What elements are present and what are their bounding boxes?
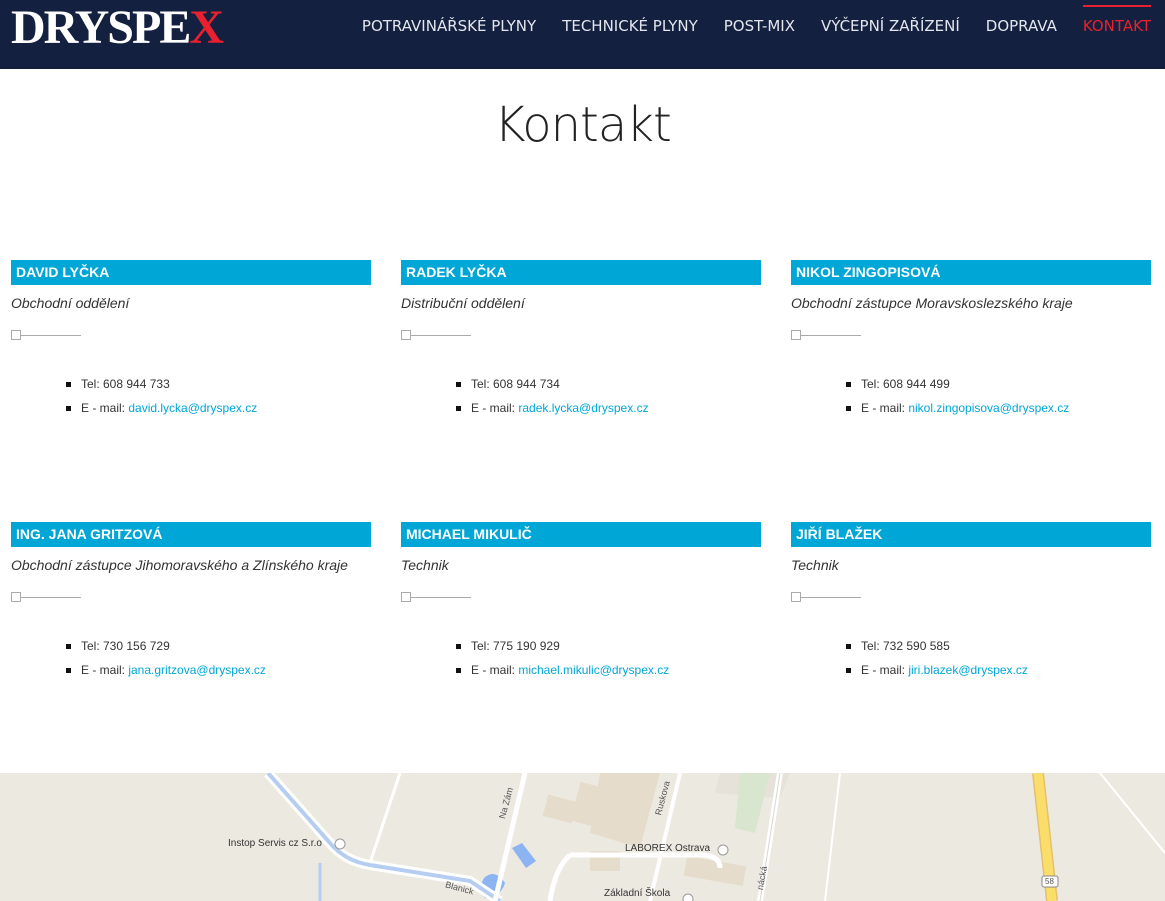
contact-email-item: E - mail: radek.lycka@dryspex.cz xyxy=(456,396,761,420)
location-map[interactable]: Instop Servis cz S.r.o LABOREX Ostrava Z… xyxy=(0,773,1165,901)
email-link[interactable]: david.lycka@dryspex.cz xyxy=(128,401,257,415)
email-label: E - mail: xyxy=(81,401,129,415)
map-label-instop: Instop Servis cz S.r.o xyxy=(228,838,322,849)
contact-card: MICHAEL MIKULIČ Technik Tel: 775 190 929… xyxy=(401,522,761,682)
nav-item-kontakt[interactable]: KONTAKT xyxy=(1082,0,1152,52)
contact-email-item: E - mail: nikol.zingopisova@dryspex.cz xyxy=(846,396,1151,420)
contact-list: Tel: 730 156 729 E - mail: jana.gritzova… xyxy=(11,634,371,682)
contact-tel: Tel: 608 944 734 xyxy=(456,372,761,396)
contact-email-item: E - mail: jiri.blazek@dryspex.cz xyxy=(846,658,1151,682)
contact-email-item: E - mail: david.lycka@dryspex.cz xyxy=(66,396,371,420)
contact-name: DAVID LYČKA xyxy=(11,260,371,285)
contact-tel: Tel: 608 944 733 xyxy=(66,372,371,396)
divider xyxy=(401,592,471,602)
main-nav: POTRAVINÁŘSKÉ PLYNY TECHNICKÉ PLYNY POST… xyxy=(336,0,1152,69)
contact-name: JIŘÍ BLAŽEK xyxy=(791,522,1151,547)
email-link[interactable]: radek.lycka@dryspex.cz xyxy=(518,401,648,415)
contact-name: RADEK LYČKA xyxy=(401,260,761,285)
logo-x: X xyxy=(189,1,224,54)
email-label: E - mail: xyxy=(471,401,519,415)
contact-role: Technik xyxy=(401,557,449,573)
nav-item-potravinarske-plyny[interactable]: POTRAVINÁŘSKÉ PLYNY xyxy=(362,0,536,52)
nav-item-vycepni-zarizeni[interactable]: VÝČEPNÍ ZAŘÍZENÍ xyxy=(821,0,960,52)
logo[interactable]: DRYSPEX xyxy=(11,1,224,54)
contact-tel: Tel: 775 190 929 xyxy=(456,634,761,658)
email-label: E - mail: xyxy=(861,401,909,415)
contact-card: NIKOL ZINGOPISOVÁ Obchodní zástupce Mora… xyxy=(791,260,1151,420)
contact-card: RADEK LYČKA Distribuční oddělení Tel: 60… xyxy=(401,260,761,420)
contact-tel: Tel: 608 944 499 xyxy=(846,372,1151,396)
contact-card: DAVID LYČKA Obchodní oddělení Tel: 608 9… xyxy=(11,260,371,420)
contact-name: MICHAEL MIKULIČ xyxy=(401,522,761,547)
email-link[interactable]: jiri.blazek@dryspex.cz xyxy=(908,663,1028,677)
divider xyxy=(401,330,471,340)
contact-list: Tel: 608 944 734 E - mail: radek.lycka@d… xyxy=(401,372,761,420)
divider xyxy=(791,592,861,602)
nav-item-technicke-plyny[interactable]: TECHNICKÉ PLYNY xyxy=(562,0,698,52)
contact-name: NIKOL ZINGOPISOVÁ xyxy=(791,260,1151,285)
contact-tel: Tel: 732 590 585 xyxy=(846,634,1151,658)
nav-item-post-mix[interactable]: POST-MIX xyxy=(724,0,795,52)
nav-item-doprava[interactable]: DOPRAVA xyxy=(986,0,1057,52)
map-road-58: 58 xyxy=(1045,877,1054,886)
contact-name: ING. JANA GRITZOVÁ xyxy=(11,522,371,547)
email-label: E - mail: xyxy=(81,663,129,677)
contact-list: Tel: 608 944 499 E - mail: nikol.zingopi… xyxy=(791,372,1151,420)
logo-text: DRYSPE xyxy=(11,1,191,54)
map-label-skola: Základní Škola xyxy=(604,888,671,899)
contact-role: Technik xyxy=(791,557,839,573)
email-label: E - mail: xyxy=(471,663,519,677)
contact-card: JIŘÍ BLAŽEK Technik Tel: 732 590 585 E -… xyxy=(791,522,1151,682)
divider xyxy=(11,330,81,340)
email-link[interactable]: nikol.zingopisova@dryspex.cz xyxy=(908,401,1069,415)
contact-role: Obchodní zástupce Moravskoslezského kraj… xyxy=(791,295,1073,311)
site-header: DRYSPEX POTRAVINÁŘSKÉ PLYNY TECHNICKÉ PL… xyxy=(0,0,1165,69)
contact-role: Obchodní zástupce Jihomoravského a Zlíns… xyxy=(11,557,348,573)
contact-card: ING. JANA GRITZOVÁ Obchodní zástupce Jih… xyxy=(11,522,371,682)
divider xyxy=(791,330,861,340)
email-label: E - mail: xyxy=(861,663,909,677)
contact-email-item: E - mail: jana.gritzova@dryspex.cz xyxy=(66,658,371,682)
map-graphic xyxy=(264,773,1165,901)
contact-list: Tel: 608 944 733 E - mail: david.lycka@d… xyxy=(11,372,371,420)
email-link[interactable]: michael.mikulic@dryspex.cz xyxy=(518,663,669,677)
contact-tel: Tel: 730 156 729 xyxy=(66,634,371,658)
divider xyxy=(11,592,81,602)
email-link[interactable]: jana.gritzova@dryspex.cz xyxy=(128,663,266,677)
contact-list: Tel: 732 590 585 E - mail: jiri.blazek@d… xyxy=(791,634,1151,682)
contact-role: Obchodní oddělení xyxy=(11,295,130,311)
contact-list: Tel: 775 190 929 E - mail: michael.mikul… xyxy=(401,634,761,682)
contact-email-item: E - mail: michael.mikulic@dryspex.cz xyxy=(456,658,761,682)
map-label-laborex: LABOREX Ostrava xyxy=(625,843,711,854)
contact-role: Distribuční oddělení xyxy=(401,295,525,311)
page-title: Kontakt xyxy=(494,97,672,153)
